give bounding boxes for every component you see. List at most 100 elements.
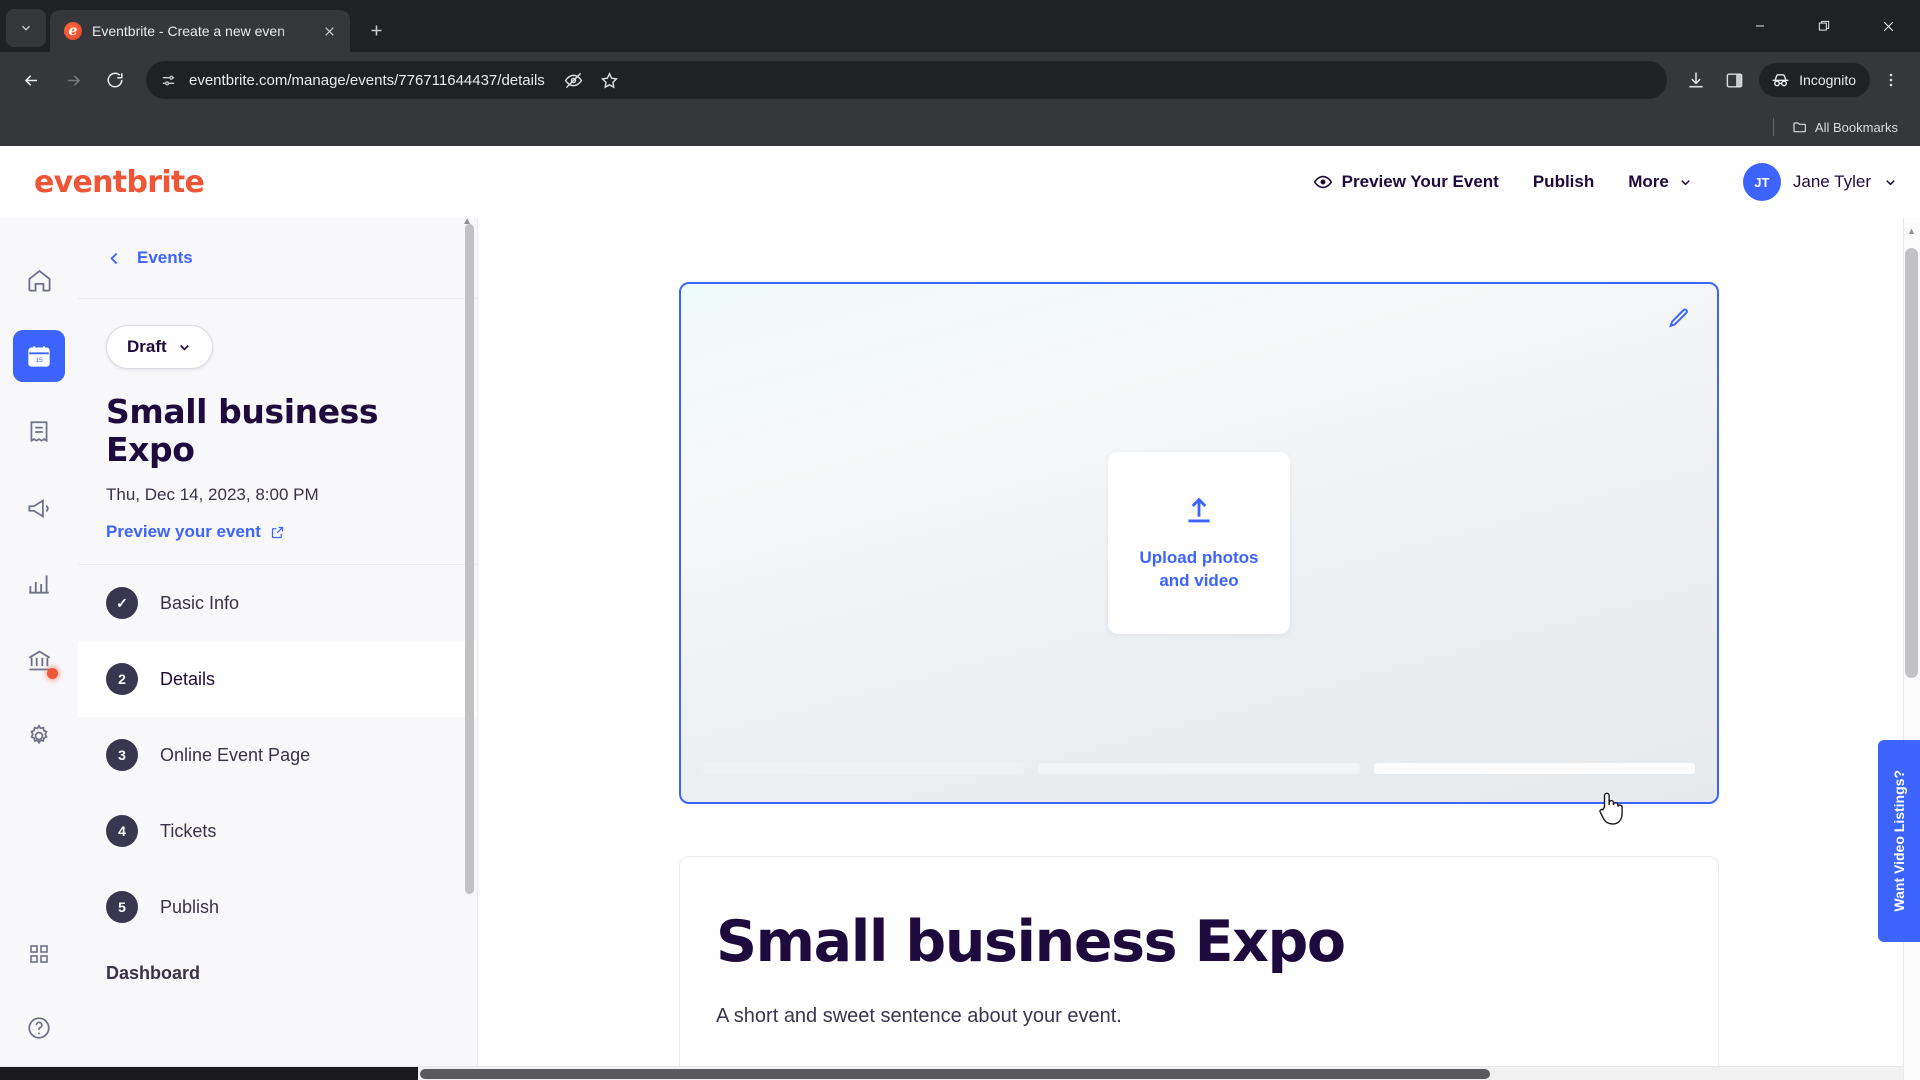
- publish-label: Publish: [1532, 172, 1595, 191]
- eye-slash-icon[interactable]: [557, 63, 591, 97]
- site-settings-icon: [162, 75, 175, 85]
- close-icon[interactable]: [318, 20, 340, 42]
- step-details[interactable]: 2 Details: [78, 641, 477, 718]
- rail-item-orders[interactable]: [13, 406, 65, 458]
- chevron-left-icon: [110, 252, 118, 264]
- notification-badge: [47, 668, 58, 679]
- divider: [1772, 118, 1774, 136]
- reload-icon: [107, 72, 123, 88]
- download-icon[interactable]: [1679, 63, 1713, 97]
- home-icon: [27, 269, 51, 292]
- sidebar-item-dashboard[interactable]: Dashboard: [78, 945, 477, 984]
- rail-bottom-group: [13, 928, 65, 1080]
- step-basic-info[interactable]: ✓ Basic Info: [78, 565, 477, 641]
- url-text: eventbrite.com/manage/events/77671164443…: [189, 71, 545, 89]
- scroll-up-arrow-icon[interactable]: ▲: [1907, 226, 1916, 236]
- restore-icon[interactable]: [1792, 0, 1856, 52]
- step-badge: 3: [106, 739, 138, 772]
- want-video-listings-tab[interactable]: Want Video Listings?: [1878, 740, 1920, 942]
- rail-item-finance[interactable]: [13, 634, 65, 686]
- publish-button[interactable]: Publish: [1533, 172, 1594, 192]
- event-image-upload-card[interactable]: Upload photos and video: [679, 282, 1719, 804]
- tab-title: Eventbrite - Create a new even: [92, 23, 285, 39]
- sidebar-scrollbar-thumb[interactable]: ▲: [462, 218, 474, 894]
- breadcrumb[interactable]: Events: [78, 218, 477, 299]
- incognito-label: Incognito: [1799, 72, 1856, 88]
- user-menu[interactable]: JT Jane Tyler: [1742, 163, 1898, 201]
- browser-tab[interactable]: e Eventbrite - Create a new even: [50, 10, 350, 52]
- event-title: Small business Expo: [106, 392, 379, 469]
- pencil-icon[interactable]: [1666, 306, 1691, 336]
- external-link-icon: [271, 526, 284, 538]
- status-badge[interactable]: Draft: [106, 325, 213, 369]
- rail-item-events[interactable]: 15: [13, 330, 65, 382]
- side-panel-icon[interactable]: [1717, 63, 1751, 97]
- rail-item-reports[interactable]: [13, 558, 65, 610]
- upload-arrow-icon: [1188, 497, 1210, 522]
- upload-photos-button[interactable]: Upload photos and video: [1108, 452, 1290, 634]
- event-text-card[interactable]: Small business Expo A short and sweet se…: [679, 856, 1719, 1080]
- placeholder-bar: [1038, 763, 1360, 774]
- preview-your-event-label: Preview Your Event: [1341, 172, 1499, 191]
- page-scrollbar-thumb[interactable]: [1905, 248, 1918, 678]
- placeholder-bar: [703, 763, 1025, 774]
- horizontal-scrollbar-thumb[interactable]: [420, 1069, 1490, 1079]
- eventbrite-logo[interactable]: eventbrite: [34, 165, 205, 200]
- rail-item-marketing[interactable]: [13, 482, 65, 534]
- forward-arrow-icon: [67, 74, 80, 86]
- rail-item-settings[interactable]: [13, 710, 65, 762]
- rail-item-home[interactable]: [13, 254, 65, 306]
- browser-window: e Eventbrite - Create a new even eventbr…: [0, 0, 1920, 1080]
- step-label: Basic Info: [160, 592, 240, 613]
- tab-search-button[interactable]: [6, 9, 46, 47]
- chevron-down-icon: [22, 25, 30, 31]
- gear-icon: [30, 724, 48, 745]
- preview-event-link[interactable]: Preview your event: [106, 522, 285, 542]
- step-badge: 5: [106, 891, 138, 924]
- scroll-up-arrow-icon[interactable]: ▲: [462, 218, 472, 227]
- address-bar[interactable]: eventbrite.com/manage/events/77671164443…: [146, 61, 1668, 99]
- forward-button[interactable]: [54, 61, 92, 99]
- pointing-hand-cursor: [1595, 790, 1625, 833]
- step-badge: 2: [106, 663, 138, 696]
- step-list: ✓ Basic Info 2 Details 3 Online Event Pa…: [78, 564, 477, 984]
- step-label: Tickets: [160, 820, 217, 841]
- horizontal-scrollbar[interactable]: [0, 1066, 1903, 1080]
- app-body: 15 Events Draft Small business Expo Thu,…: [0, 218, 1920, 1080]
- step-publish[interactable]: 5 Publish: [78, 869, 477, 945]
- taskbar-edge: [0, 1067, 418, 1080]
- chevron-down-icon: [179, 344, 189, 351]
- step-label: Online Event Page: [160, 744, 311, 765]
- chevron-down-icon: [1681, 179, 1690, 185]
- incognito-hat-icon: [1772, 73, 1789, 86]
- three-dot-menu-icon[interactable]: [1874, 63, 1908, 97]
- chevron-down-icon: [1886, 179, 1895, 185]
- bookmarks-bar: All Bookmarks: [0, 108, 1920, 146]
- page-scrollbar[interactable]: ▲: [1903, 218, 1920, 1080]
- step-badge: ✓: [106, 587, 138, 620]
- rail-item-help[interactable]: [13, 1002, 65, 1054]
- step-online-event-page[interactable]: 3 Online Event Page: [78, 717, 477, 793]
- incognito-indicator[interactable]: Incognito: [1759, 63, 1870, 97]
- image-placeholder-bars: [703, 763, 1695, 774]
- upload-label: Upload photos and video: [1140, 546, 1259, 593]
- reload-button[interactable]: [96, 61, 134, 99]
- more-label: More: [1628, 172, 1669, 191]
- close-icon[interactable]: [1856, 0, 1920, 52]
- breadcrumb-events-link[interactable]: Events: [137, 248, 193, 268]
- window-controls: [1728, 0, 1920, 52]
- back-button[interactable]: [12, 61, 50, 99]
- icon-rail: 15: [0, 218, 78, 1080]
- step-tickets[interactable]: 4 Tickets: [78, 793, 477, 869]
- eye-icon: [1313, 175, 1332, 189]
- all-bookmarks-button[interactable]: All Bookmarks: [1784, 115, 1906, 139]
- step-badge: 4: [106, 815, 138, 848]
- star-icon[interactable]: [593, 63, 627, 97]
- new-tab-button[interactable]: [358, 12, 394, 48]
- event-sidebar: Events Draft Small business Expo Thu, De…: [78, 218, 478, 1080]
- user-name: Jane Tyler: [1792, 172, 1871, 191]
- minimize-icon[interactable]: [1728, 0, 1792, 52]
- preview-your-event-button[interactable]: Preview Your Event: [1313, 172, 1499, 192]
- more-menu-button[interactable]: More: [1628, 172, 1693, 192]
- rail-item-apps[interactable]: [13, 928, 65, 980]
